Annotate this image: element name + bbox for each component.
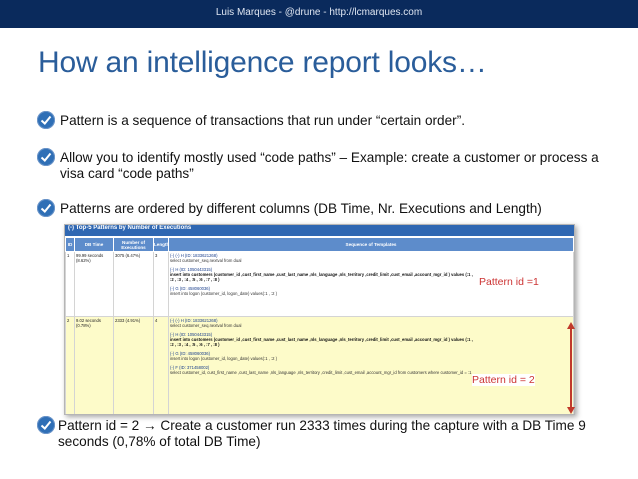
col-header-id[interactable]: ID bbox=[65, 237, 75, 252]
cell-templates: (-) (-) H (ID: 1833621268) select custom… bbox=[168, 316, 574, 414]
report-panel-title: (-) Top-5 Patterns by Number of Executio… bbox=[68, 225, 192, 231]
bullet-text: Allow you to identify mostly used “code … bbox=[60, 150, 599, 181]
template-sql: insert into logon (customer_id, logon_da… bbox=[170, 291, 278, 296]
report-panel-header[interactable]: (-) Top-5 Patterns by Number of Executio… bbox=[65, 225, 574, 236]
pattern-2-label: Pattern id = 2 bbox=[472, 374, 535, 386]
report-screenshot: (-) Top-5 Patterns by Number of Executio… bbox=[64, 224, 575, 415]
bullet-text: Pattern id = 2 → Create a customer run 2… bbox=[58, 418, 586, 449]
bullet-2: Allow you to identify mostly used “code … bbox=[37, 148, 618, 182]
pattern-1-label: Pattern id =1 bbox=[479, 276, 539, 288]
cell-executions: 2333 (4.91%) bbox=[113, 316, 154, 414]
double-arrow-icon bbox=[567, 322, 575, 414]
bullet-text: Pattern is a sequence of transactions th… bbox=[60, 113, 466, 128]
cell-db-time: 99.99 seconds (8.62%) bbox=[74, 251, 114, 317]
col-header-executions[interactable]: Number of Executions bbox=[113, 237, 154, 252]
col-header-db-time[interactable]: DB Time bbox=[74, 237, 114, 252]
top-bar: Luis Marques - @drune - http://lcmarques… bbox=[0, 0, 638, 28]
checkmark-icon bbox=[37, 148, 55, 166]
checkmark-icon bbox=[37, 416, 55, 434]
cell-db-time: 9.02 seconds (0.78%) bbox=[74, 316, 114, 414]
cell-executions: 3075 (6.47%) bbox=[113, 251, 154, 317]
bullet-1: Pattern is a sequence of transactions th… bbox=[37, 111, 618, 129]
checkmark-icon bbox=[37, 111, 55, 129]
slide-title: How an intelligence report looks… bbox=[38, 46, 487, 79]
cell-id: 2 bbox=[65, 316, 75, 414]
col-header-templates: Sequence of Templates bbox=[168, 237, 574, 252]
bullet-3: Patterns are ordered by different column… bbox=[37, 199, 618, 217]
cell-length: 3 bbox=[153, 251, 169, 317]
table-row: 2 9.02 seconds (0.78%) 2333 (4.91%) 4 (-… bbox=[65, 316, 574, 414]
col-header-length[interactable]: Length bbox=[153, 237, 169, 252]
cell-length: 4 bbox=[153, 316, 169, 414]
cell-id: 1 bbox=[65, 251, 75, 317]
patterns-table: ID DB Time Number of Executions Length S… bbox=[65, 237, 574, 414]
bullet-4: Pattern id = 2 → Create a customer run 2… bbox=[37, 416, 618, 450]
checkmark-icon bbox=[37, 199, 55, 217]
bullet-text: Patterns are ordered by different column… bbox=[60, 201, 542, 216]
author-credit: Luis Marques - @drune - http://lcmarques… bbox=[215, 7, 423, 18]
